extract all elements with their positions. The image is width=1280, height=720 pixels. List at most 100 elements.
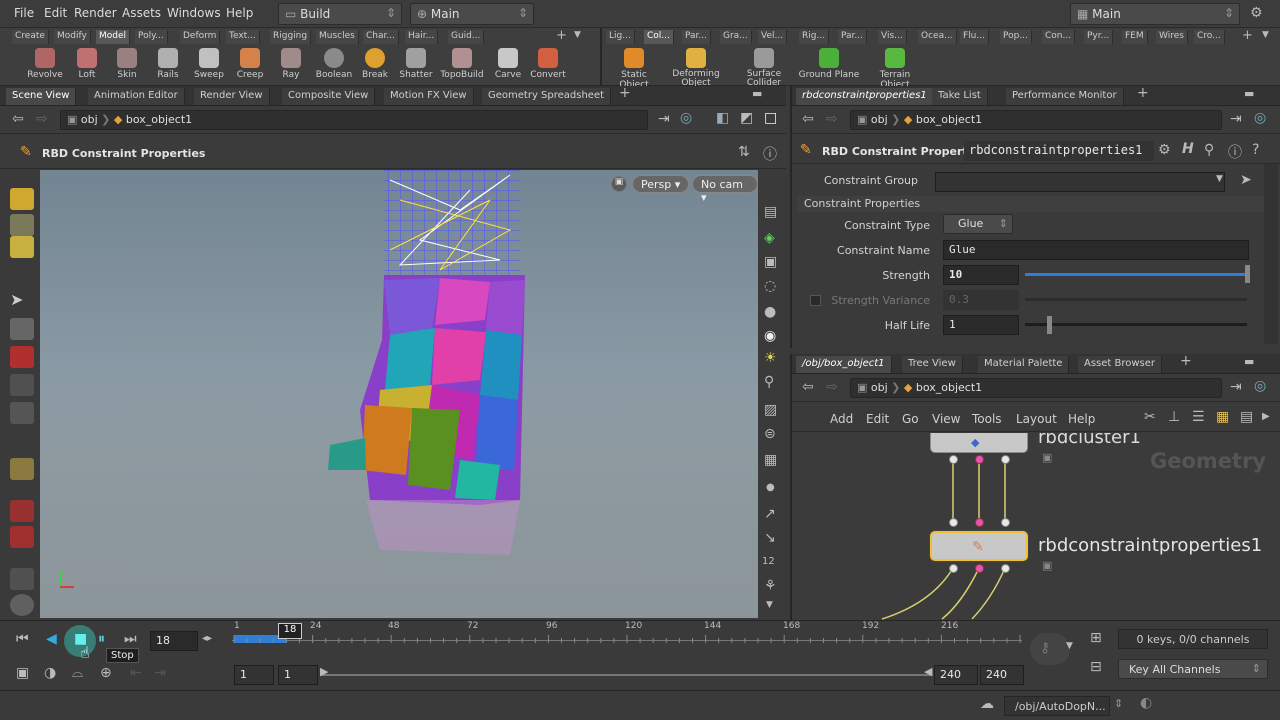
shelf-tab-model[interactable]: Model (96, 30, 131, 44)
tab-performance-monitor[interactable]: Performance Monitor (1006, 88, 1124, 105)
tab-material-palette[interactable]: Material Palette (978, 356, 1070, 373)
menu-file[interactable]: File (14, 6, 34, 20)
layout-icon[interactable]: ▤ (1240, 409, 1253, 425)
node-rbdconstraintproperties1[interactable]: ✎ (930, 531, 1028, 561)
tab-asset-browser[interactable]: Asset Browser (1078, 356, 1163, 373)
shelf-display-icon[interactable]: ⊜ (764, 426, 776, 442)
constraint-name-field[interactable]: Glue (943, 240, 1249, 260)
snapshot-icon[interactable]: ▨ (764, 402, 777, 418)
half-life-slider-handle[interactable] (1047, 316, 1053, 334)
forward-arrow-icon[interactable]: ⇨ (36, 111, 48, 127)
shelf-tab-hair[interactable]: Hair... (405, 30, 439, 44)
camera-light-icon[interactable]: ⚲ (764, 374, 774, 390)
global-anim-icon[interactable]: ⊕ (100, 665, 112, 681)
tool-convert[interactable]: Convert (526, 46, 570, 80)
node-name-field[interactable]: rbdconstraintproperties1 (964, 141, 1154, 161)
status-path[interactable]: /obj/AutoDopN... (1004, 696, 1110, 716)
tool-topobuild[interactable]: TopoBuild (440, 46, 484, 80)
link-icon[interactable]: ◎ (1254, 378, 1266, 394)
play-forward-icon[interactable]: ⏸ (98, 631, 105, 647)
add-tab-icon[interactable]: + (1137, 85, 1149, 101)
dependency-icon[interactable]: ◐ (1140, 695, 1152, 711)
tab-take-list[interactable]: Take List (932, 88, 988, 105)
desktop-select[interactable]: ▭ Build ⇕ (278, 3, 402, 25)
camera-menu[interactable]: No cam ▾ (692, 175, 758, 204)
range-start-field[interactable]: 1 (234, 665, 274, 685)
tab-geometry-spreadsheet[interactable]: Geometry Spreadsheet (482, 88, 612, 105)
chevron-down-icon[interactable]: ⇕ (1114, 697, 1123, 710)
constraint-type-select[interactable]: Glue ⇕ (943, 214, 1013, 234)
grid-tool-icon[interactable] (10, 402, 34, 424)
shelf-tab-create[interactable]: Create (12, 30, 49, 44)
lock-icon[interactable] (10, 318, 34, 340)
tab-render-view[interactable]: Render View (194, 88, 270, 105)
gear-icon[interactable]: ⚙ (1158, 142, 1171, 158)
path-node[interactable]: box_object1 (126, 113, 192, 126)
grid-icon[interactable]: ▦ (1216, 409, 1229, 425)
menu-add[interactable]: Add (830, 412, 853, 426)
add-tab-icon[interactable]: + (619, 85, 631, 101)
jump-end-icon[interactable]: ⏭ (124, 631, 137, 647)
tool-boolean[interactable]: Boolean (312, 46, 356, 80)
playback-start-field[interactable]: 1 (278, 665, 318, 685)
pane-menu-icon[interactable]: ▬ (1244, 355, 1254, 368)
menu-layout[interactable]: Layout (1016, 412, 1057, 426)
range-slider[interactable] (322, 674, 932, 676)
parameter-scrollbar[interactable] (1264, 164, 1278, 344)
window-icon[interactable]: □ (764, 110, 777, 126)
link-icon[interactable]: ◎ (1254, 110, 1266, 126)
help-icon[interactable]: ⓘ (763, 144, 777, 164)
menu-assets[interactable]: Assets (122, 6, 161, 20)
range-handle-left-icon[interactable]: ▶ (320, 665, 328, 678)
path-root[interactable]: obj (81, 113, 98, 126)
hda-icon[interactable]: H (1182, 141, 1194, 157)
menu-tools[interactable]: Tools (972, 412, 1002, 426)
search-icon[interactable]: ⚲ (1204, 142, 1214, 158)
shelf-tab-wires[interactable]: Wires (1156, 30, 1188, 44)
path-field[interactable]: ▣ obj ❯ ◆ box_object1 (850, 110, 1222, 130)
shelf-tab-muscles[interactable]: Muscles (316, 30, 359, 44)
node-input[interactable] (1001, 518, 1010, 527)
half-life-slider[interactable] (1025, 323, 1247, 326)
menu-go[interactable]: Go (902, 412, 919, 426)
key-channels-icon[interactable]: ⊟ (1090, 659, 1102, 675)
tab-scene-view[interactable]: Scene View (6, 88, 77, 105)
play-reverse-icon[interactable]: ◀ (46, 631, 57, 647)
handle-tool-icon[interactable] (10, 236, 34, 258)
chevron-right-icon[interactable]: ▶ (1262, 411, 1270, 422)
vector-icon[interactable]: ↘ (764, 530, 776, 546)
tab-parameters[interactable]: rbdconstraintproperties1 (796, 88, 934, 105)
info-icon[interactable]: ⓘ (1228, 142, 1242, 162)
add-tab-icon[interactable]: + (1180, 353, 1192, 369)
tab-motion-fx-view[interactable]: Motion FX View (384, 88, 474, 105)
strength-field[interactable]: 10 (943, 265, 1019, 285)
back-arrow-icon[interactable]: ⇦ (802, 111, 814, 127)
paint-icon[interactable] (10, 568, 34, 590)
shelf-tab-oceans[interactable]: Ocea... (918, 30, 957, 44)
back-arrow-icon[interactable]: ⇦ (802, 379, 814, 395)
node-output[interactable] (1001, 564, 1010, 573)
strength-variance-slider[interactable] (1025, 298, 1247, 301)
playback-end-field[interactable]: 240 (934, 665, 978, 685)
ghost-icon[interactable]: ◌ (764, 278, 776, 294)
display-options-icon[interactable]: ▤ (764, 204, 777, 220)
normal-icon[interactable]: ↗ (764, 506, 776, 522)
channel-icon[interactable]: ⊞ (1090, 630, 1102, 646)
visibility-icon[interactable]: ◈ (764, 230, 775, 246)
shelf-tab-viscous[interactable]: Vis... (878, 30, 907, 44)
tool-sweep[interactable]: Sweep (187, 46, 231, 80)
tab-animation-editor[interactable]: Animation Editor (88, 88, 185, 105)
strength-variance-field[interactable]: 0.3 (943, 290, 1019, 310)
strength-slider-handle[interactable] (1245, 265, 1250, 283)
path-node[interactable]: box_object1 (916, 381, 982, 394)
shelf-tab-fem[interactable]: FEM (1122, 30, 1148, 44)
pane-menu-icon[interactable]: ▬ (752, 87, 762, 100)
persp-menu[interactable]: Persp ▾ (632, 175, 690, 193)
help-icon[interactable]: ? (1252, 142, 1259, 158)
list-icon[interactable]: ☰ (1192, 409, 1205, 425)
add-shelf-icon[interactable]: + (556, 28, 567, 43)
node-output[interactable] (1001, 455, 1010, 464)
tool-terrain-object[interactable]: Terrain Object (864, 46, 926, 90)
link-icon[interactable]: ◎ (680, 110, 692, 126)
shelf-tab-char[interactable]: Char... (363, 30, 399, 44)
